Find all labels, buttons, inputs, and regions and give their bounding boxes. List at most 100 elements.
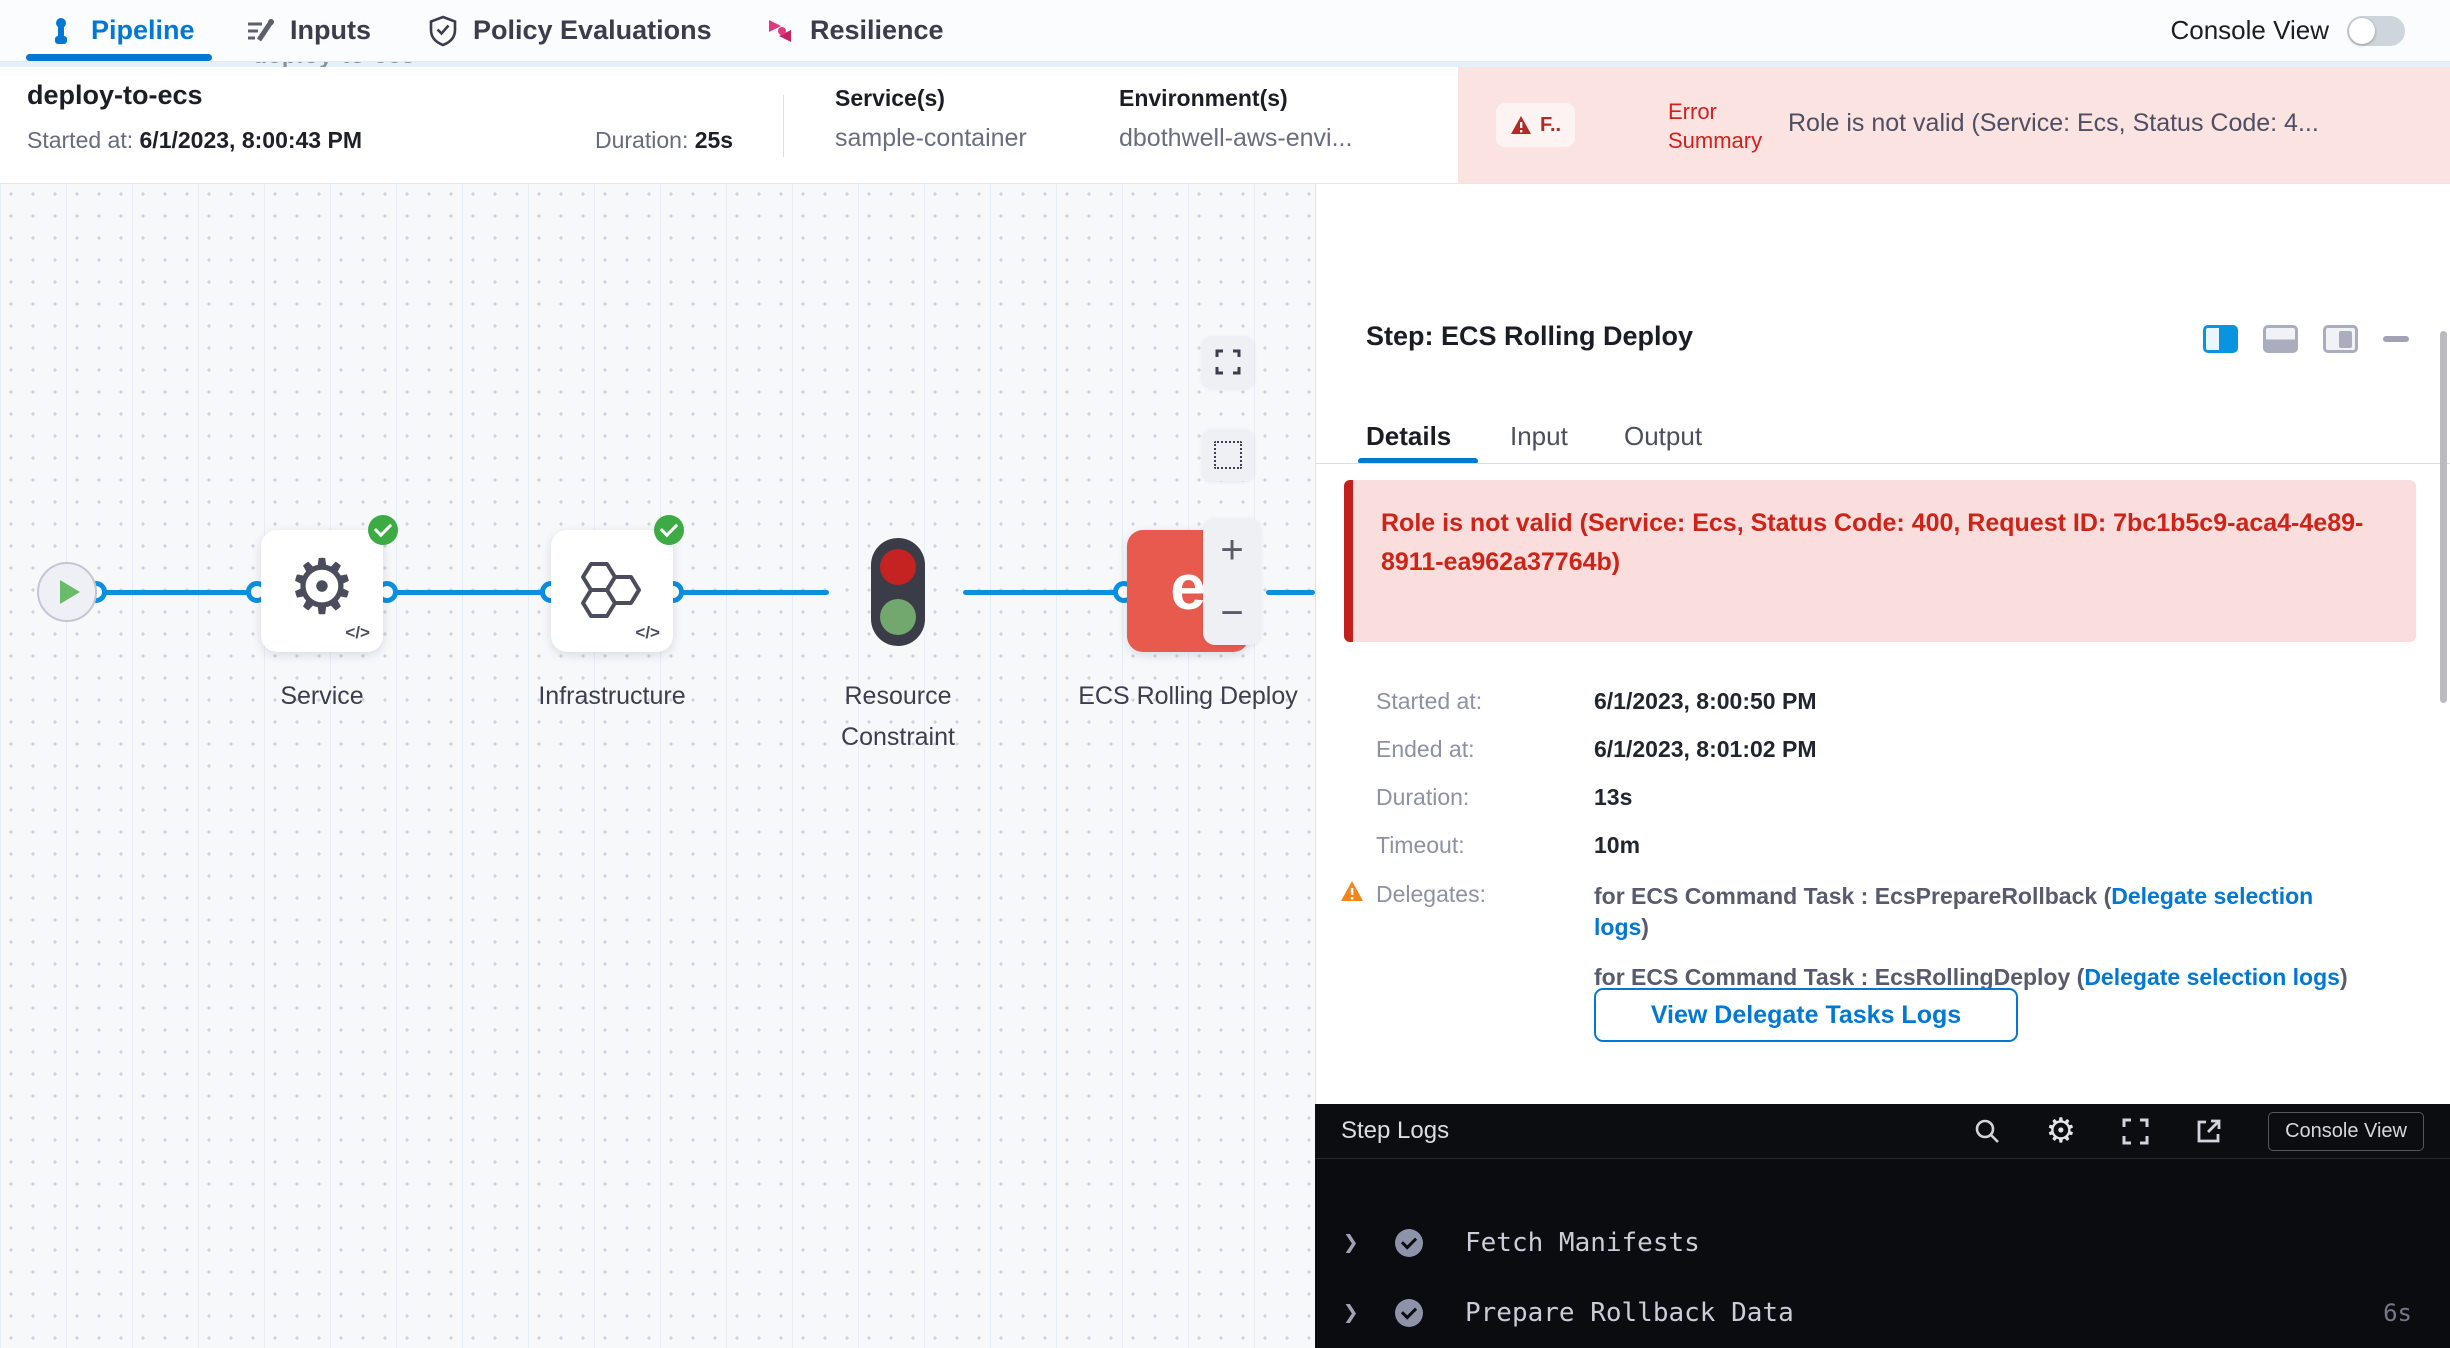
policy-shield-icon xyxy=(428,15,458,47)
log-row-prepare-rollback-data[interactable]: ❯ Prepare Rollback Data 6s xyxy=(1315,1278,2450,1348)
gear-icon: ⚙ xyxy=(288,550,356,626)
row-started-at-value: 6/1/2023, 8:00:50 PM xyxy=(1594,688,1816,715)
log-section-duration: 6s xyxy=(2383,1299,2412,1327)
zoom-in-button[interactable]: + xyxy=(1220,530,1243,570)
delegate-line-1: for ECS Command Task : EcsPrepareRollbac… xyxy=(1594,881,2372,943)
failed-badge-text: F.. xyxy=(1540,114,1561,137)
zoom-out-button[interactable]: − xyxy=(1220,593,1243,633)
environments-value[interactable]: dbothwell-aws-envi... xyxy=(1119,124,1352,153)
row-started-at-label: Started at: xyxy=(1376,688,1482,715)
console-view-toggle[interactable] xyxy=(2347,16,2405,46)
tab-details[interactable]: Details xyxy=(1366,421,1451,452)
step-details-title: Step: ECS Rolling Deploy xyxy=(1366,321,1693,352)
node-infrastructure-label: Infrastructure xyxy=(502,676,722,717)
delegate-line-2-suffix: ) xyxy=(2340,964,2348,990)
delegates-value: for ECS Command Task : EcsPrepareRollbac… xyxy=(1594,881,2372,993)
log-row-fetch-manifests[interactable]: ❯ Fetch Manifests xyxy=(1315,1208,2450,1278)
expand-chevron-icon[interactable]: ❯ xyxy=(1343,1228,1359,1258)
failed-status-badge: F.. xyxy=(1496,103,1575,147)
code-glyph-icon: </> xyxy=(635,623,660,643)
tab-pipeline-label: Pipeline xyxy=(91,15,195,46)
expand-chevron-icon[interactable]: ❯ xyxy=(1343,1298,1359,1328)
canvas-fullscreen-button[interactable] xyxy=(1202,336,1254,388)
error-summary-banner: F.. Error Summary Role is not valid (Ser… xyxy=(1458,67,2450,183)
step-logs-toolbar: ⚙ Console View xyxy=(1974,1112,2424,1151)
services-value[interactable]: sample-container xyxy=(835,124,1027,153)
duration-label: Duration xyxy=(595,127,682,153)
delegates-warning-icon xyxy=(1340,880,1364,902)
step-logs-title: Step Logs xyxy=(1341,1117,1449,1145)
pipeline-canvas[interactable]: ⚙ </> Service </> Infrastructure Resourc… xyxy=(0,183,1315,1348)
row-duration-value: 13s xyxy=(1594,784,1632,811)
layout-split-view-button[interactable] xyxy=(2203,325,2238,353)
log-success-check-icon xyxy=(1395,1229,1423,1257)
step-error-message: Role is not valid (Service: Ecs, Status … xyxy=(1344,480,2416,642)
row-delegates-label: Delegates: xyxy=(1376,881,1486,908)
logs-fullscreen-icon[interactable] xyxy=(2122,1118,2149,1145)
step-details-panel: Step: ECS Rolling Deploy Details Input O… xyxy=(1315,183,2450,1104)
hexagons-icon xyxy=(577,558,647,624)
node-resource-constraint[interactable] xyxy=(871,538,925,646)
tabs-divider xyxy=(1316,463,2450,464)
log-success-check-icon xyxy=(1395,1299,1423,1327)
tab-resilience[interactable]: Resilience xyxy=(765,0,944,61)
start-node[interactable] xyxy=(37,562,97,622)
inputs-icon xyxy=(245,16,275,46)
success-badge-icon xyxy=(368,515,398,545)
row-ended-at-label: Ended at: xyxy=(1376,736,1474,763)
canvas-select-button[interactable] xyxy=(1202,429,1254,481)
node-service-label: Service xyxy=(212,676,432,717)
tab-policy-evaluations[interactable]: Policy Evaluations xyxy=(428,0,712,61)
console-view-label: Console View xyxy=(2170,15,2329,46)
environments-label: Environment(s) xyxy=(1119,85,1352,112)
row-duration-label: Duration: xyxy=(1376,784,1469,811)
toggle-knob xyxy=(2349,18,2375,44)
node-infrastructure[interactable]: </> xyxy=(551,530,673,652)
row-timeout-value: 10m xyxy=(1594,832,1640,859)
row-timeout-label: Timeout: xyxy=(1376,832,1465,859)
services-column: Service(s) sample-container xyxy=(835,85,1027,153)
header-divider xyxy=(783,95,784,157)
delegate-line-1-suffix: ) xyxy=(1641,914,1649,940)
log-section-name: Fetch Manifests xyxy=(1465,1228,1700,1258)
view-delegate-tasks-logs-button[interactable]: View Delegate Tasks Logs xyxy=(1594,988,2018,1042)
tab-output[interactable]: Output xyxy=(1624,421,1702,452)
layout-bottom-view-button[interactable] xyxy=(2263,325,2298,353)
tab-resilience-label: Resilience xyxy=(810,15,944,46)
minimize-panel-button[interactable] xyxy=(2383,336,2409,342)
search-icon[interactable] xyxy=(1974,1118,2000,1144)
duration-value: 25s xyxy=(695,127,733,153)
open-in-new-window-icon[interactable] xyxy=(2195,1118,2222,1145)
settings-gear-icon[interactable]: ⚙ xyxy=(2046,1114,2076,1148)
layout-right-view-button[interactable] xyxy=(2323,325,2358,353)
tab-input[interactable]: Input xyxy=(1510,421,1568,452)
top-nav: Pipeline Inputs Policy Evaluations Resil… xyxy=(0,0,2450,62)
error-summary-message: Role is not valid (Service: Ecs, Status … xyxy=(1788,109,2443,138)
environments-column: Environment(s) dbothwell-aws-envi... xyxy=(1119,85,1352,153)
play-icon xyxy=(60,580,80,604)
logs-console-view-button[interactable]: Console View xyxy=(2268,1112,2424,1151)
duration-meta: Duration: 25s xyxy=(595,127,733,154)
green-lamp-icon xyxy=(880,599,916,635)
edge-start-to-service xyxy=(96,590,257,595)
edge-ecs-outgoing xyxy=(1266,590,1315,595)
node-service[interactable]: ⚙ </> xyxy=(261,530,383,652)
tab-policy-evaluations-label: Policy Evaluations xyxy=(473,15,712,46)
started-at-value: 6/1/2023, 8:00:43 PM xyxy=(140,127,362,153)
pipeline-icon xyxy=(46,16,76,46)
error-summary-label: Error Summary xyxy=(1668,97,1783,155)
red-lamp-icon xyxy=(880,549,916,585)
tab-pipeline[interactable]: Pipeline xyxy=(46,0,195,61)
code-glyph-icon: </> xyxy=(345,623,370,643)
layout-right-view-fill xyxy=(2339,331,2352,348)
started-at-label: Started at xyxy=(27,127,127,153)
started-at-meta: Started at: 6/1/2023, 8:00:43 PM xyxy=(27,127,362,154)
marquee-select-icon xyxy=(1214,441,1242,469)
tab-inputs[interactable]: Inputs xyxy=(245,0,371,61)
canvas-zoom-panel: + − xyxy=(1203,518,1261,645)
node-ecs-rolling-deploy-label: ECS Rolling Deploy xyxy=(1078,676,1298,717)
run-header: deploy-to-ecs Started at: 6/1/2023, 8:00… xyxy=(0,67,2450,184)
success-badge-icon xyxy=(654,515,684,545)
panel-scrollbar[interactable] xyxy=(2440,331,2447,703)
delegate-selection-logs-link[interactable]: Delegate selection logs xyxy=(2084,964,2340,990)
